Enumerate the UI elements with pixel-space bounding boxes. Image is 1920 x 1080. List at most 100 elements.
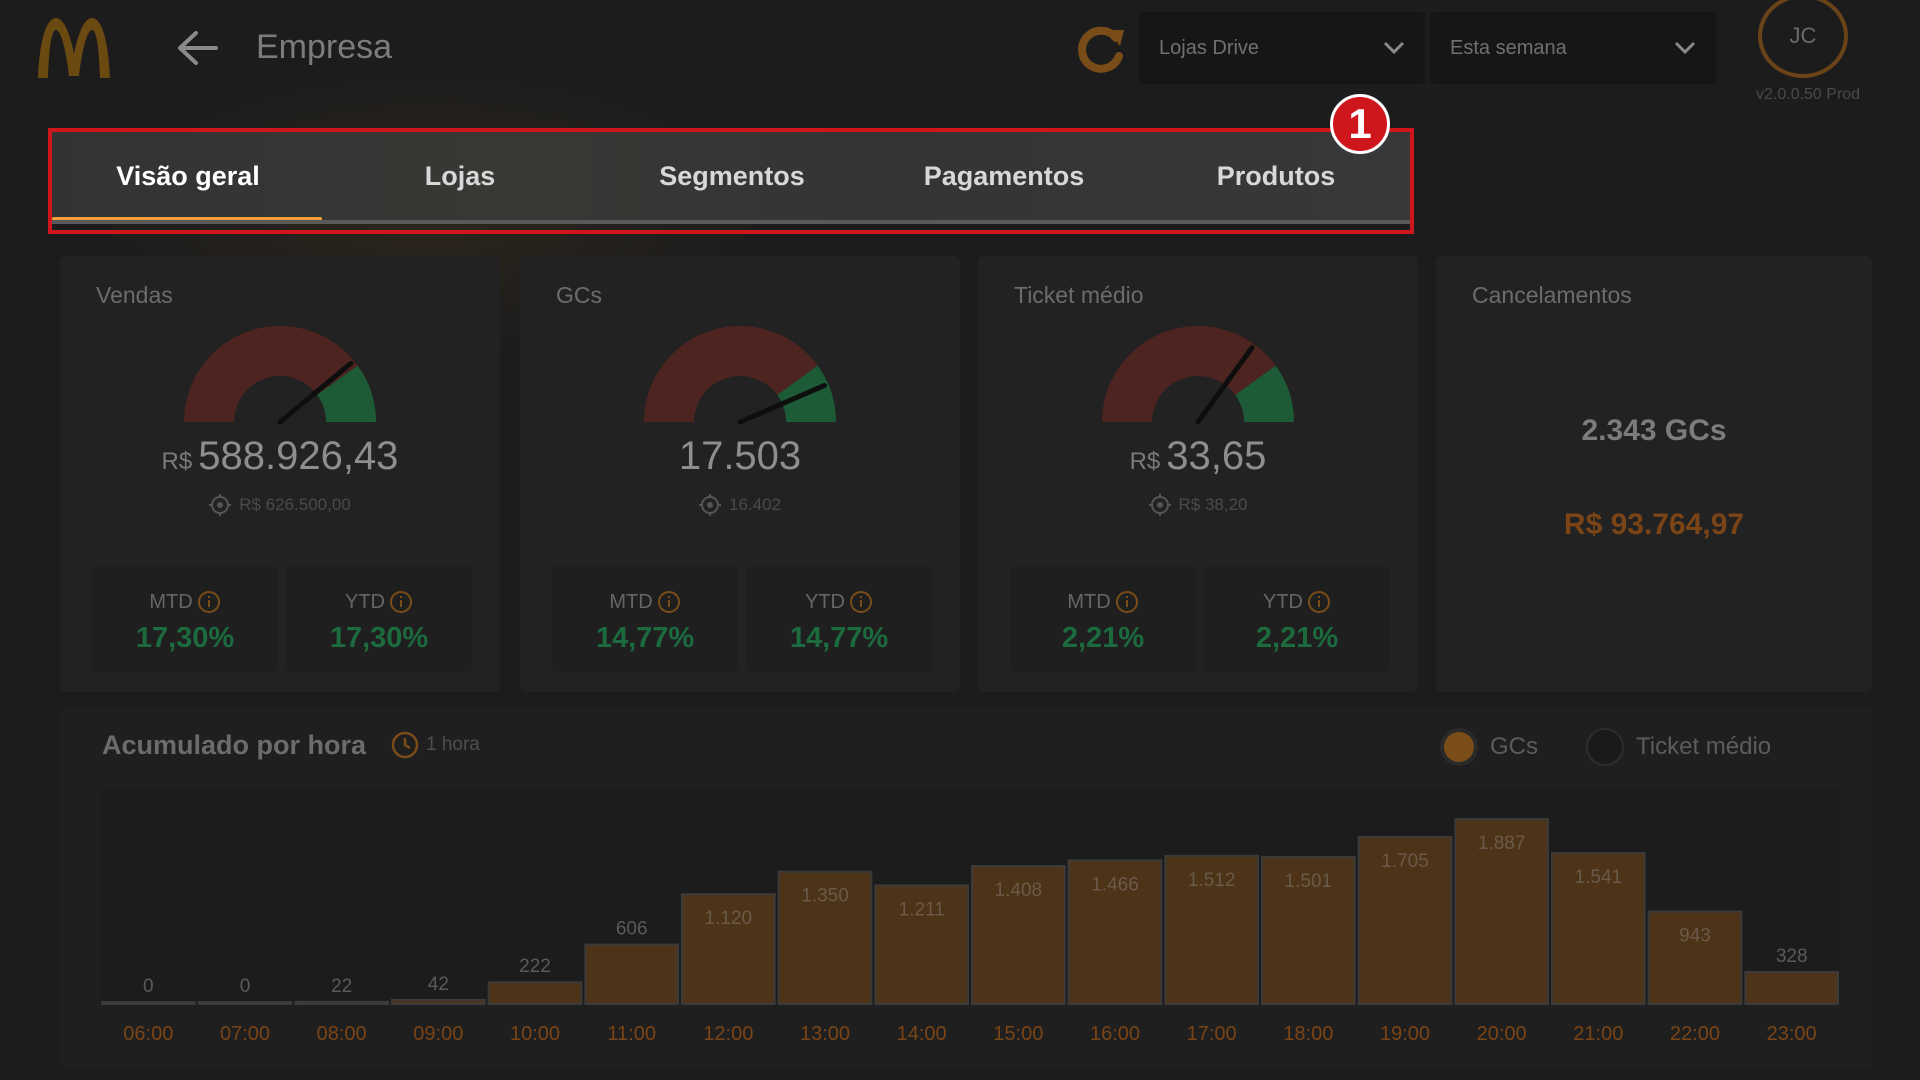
kpi-card-gcs: GCs 17.503 16.402 MTD 14,77% YTD 14,77% — [520, 256, 960, 692]
avatar-initials: JC — [1789, 23, 1817, 48]
header-bar: Empresa Lojas Drive Esta semana JC v2.0.… — [0, 0, 1920, 103]
bar-value-label: 0 — [240, 976, 251, 997]
info-icon[interactable] — [657, 590, 681, 614]
radio-unselected-icon — [1586, 728, 1624, 766]
x-tick-label: 14:00 — [897, 1023, 947, 1045]
gauge-chart — [184, 326, 376, 425]
chart-bar — [197, 1001, 293, 1005]
bar-value-label: 1.512 — [1188, 870, 1236, 891]
store-filter-select[interactable]: Lojas Drive — [1139, 12, 1425, 84]
ytd-box: YTD 14,77% — [746, 566, 932, 672]
tab-visao-geral[interactable]: Visão geral — [52, 132, 324, 224]
tab-pagamentos[interactable]: Pagamentos — [868, 132, 1140, 220]
info-icon[interactable] — [1307, 590, 1331, 614]
info-icon[interactable] — [389, 590, 413, 614]
mtd-label-row: MTD — [92, 590, 278, 614]
x-tick-label: 18:00 — [1283, 1023, 1333, 1045]
mtd-label: MTD — [1067, 590, 1111, 613]
kpi-amount: 17.503 — [678, 434, 802, 478]
bar-value-label: 0 — [143, 976, 154, 997]
back-arrow-icon[interactable] — [174, 28, 220, 68]
chart-bar — [1744, 970, 1840, 1006]
bar-value-label: 1.705 — [1381, 851, 1429, 872]
clock-icon — [391, 731, 419, 759]
chart-title: Acumulado por hora — [102, 730, 367, 760]
tab-lojas[interactable]: Lojas — [324, 132, 596, 220]
chart-bar — [584, 943, 680, 1005]
kpi-card-vendas: Vendas R$ 588.926,43 R$ 626.500,00 MTD 17… — [60, 256, 500, 692]
kpi-value: R$ 33,65 — [978, 434, 1418, 479]
gauge-chart — [644, 326, 836, 425]
x-tick-label: 08:00 — [317, 1023, 367, 1045]
cancelled-value: R$ 93.764,97 — [1563, 508, 1745, 541]
ytd-label: YTD — [1263, 590, 1303, 613]
legend-gcs-label: GCs — [1490, 733, 1538, 760]
mtd-box: MTD 14,77% — [552, 566, 738, 672]
kpi-value: 17.503 — [520, 434, 960, 479]
ytd-label-row: YTD — [1204, 590, 1390, 614]
currency-symbol: R$ — [161, 448, 193, 475]
info-icon[interactable] — [197, 590, 221, 614]
tab-bar-divider — [52, 220, 1412, 224]
card-title: Vendas — [96, 282, 173, 308]
mtd-label: MTD — [609, 590, 653, 613]
user-avatar[interactable]: JC — [1758, 0, 1848, 78]
mtd-label-row: MTD — [1010, 590, 1196, 614]
ytd-label-row: YTD — [746, 590, 932, 614]
bar-value-label: 1.466 — [1091, 874, 1139, 895]
legend-ticket-label: Ticket médio — [1636, 733, 1772, 760]
bar-value-label: 1.211 — [899, 899, 945, 920]
chart-bar — [487, 981, 583, 1006]
page-title: Empresa — [256, 28, 393, 66]
currency-symbol: R$ — [1129, 448, 1161, 475]
mtd-value: 14,77% — [595, 622, 695, 654]
ytd-value: 17,30% — [329, 622, 429, 654]
period-filter-select[interactable]: Esta semana — [1430, 12, 1716, 84]
x-tick-label: 21:00 — [1573, 1023, 1623, 1045]
bar-value-label: 1.541 — [1575, 867, 1623, 888]
chart-bar — [391, 998, 486, 1006]
period-filter-value: Esta semana — [1450, 36, 1567, 59]
kpi-value: R$ 588.926,43 — [60, 434, 500, 479]
ytd-box: YTD 2,21% — [1204, 566, 1390, 672]
bar-value-label: 606 — [616, 919, 648, 940]
bar-value-label: 1.408 — [995, 880, 1043, 901]
bar-value-label: 22 — [331, 976, 352, 997]
bar-value-label: 1.887 — [1478, 833, 1526, 854]
x-tick-label: 13:00 — [800, 1023, 850, 1045]
tab-bar: Visão geral Lojas Segmentos Pagamentos P… — [52, 132, 1412, 224]
mtd-value: 2,21% — [1061, 622, 1145, 654]
mtd-box: MTD 2,21% — [1010, 566, 1196, 672]
x-tick-label: 11:00 — [607, 1023, 656, 1045]
legend-gcs[interactable]: GCs — [1440, 728, 1538, 766]
x-tick-label: 10:00 — [510, 1023, 560, 1045]
target-icon — [1148, 494, 1171, 516]
x-tick-label: 07:00 — [220, 1023, 270, 1045]
card-title: Cancelamentos — [1472, 282, 1632, 308]
x-tick-label: 23:00 — [1767, 1023, 1817, 1045]
x-tick-label: 12:00 — [703, 1023, 753, 1045]
kpi-target: R$ 626.500,00 — [60, 494, 500, 516]
interval-selector[interactable]: 1 hora — [390, 730, 480, 760]
mtd-value: 17,30% — [135, 622, 235, 654]
gauge-chart — [1102, 326, 1294, 425]
bar-value-label: 1.350 — [801, 886, 849, 907]
x-tick-label: 17:00 — [1187, 1023, 1237, 1045]
info-icon[interactable] — [849, 590, 873, 614]
chevron-down-icon — [1674, 41, 1696, 55]
tab-segmentos[interactable]: Segmentos — [596, 132, 868, 220]
ytd-label: YTD — [805, 590, 845, 613]
bar-value-label: 222 — [519, 956, 551, 977]
x-tick-label: 19:00 — [1380, 1023, 1430, 1045]
kpi-card-ticket-medio: Ticket médio R$ 33,65 R$ 38,20 MTD 2,21% … — [978, 256, 1418, 692]
bar-value-label: 1.501 — [1285, 871, 1333, 892]
info-icon[interactable] — [1115, 590, 1139, 614]
hourly-bar-chart: 0 06:00 0 07:00 22 08:00 42 09:00 222 10:00 606 11:… — [100, 788, 1840, 1045]
x-tick-label: 20:00 — [1477, 1023, 1527, 1045]
app-version: v2.0.0.50 Prod — [1756, 86, 1861, 103]
refresh-icon[interactable] — [1072, 22, 1128, 78]
legend-ticket-medio[interactable]: Ticket médio — [1586, 728, 1771, 766]
ytd-value: 14,77% — [789, 622, 889, 654]
radio-selected-icon — [1440, 728, 1478, 766]
ytd-label-row: YTD — [286, 590, 472, 614]
